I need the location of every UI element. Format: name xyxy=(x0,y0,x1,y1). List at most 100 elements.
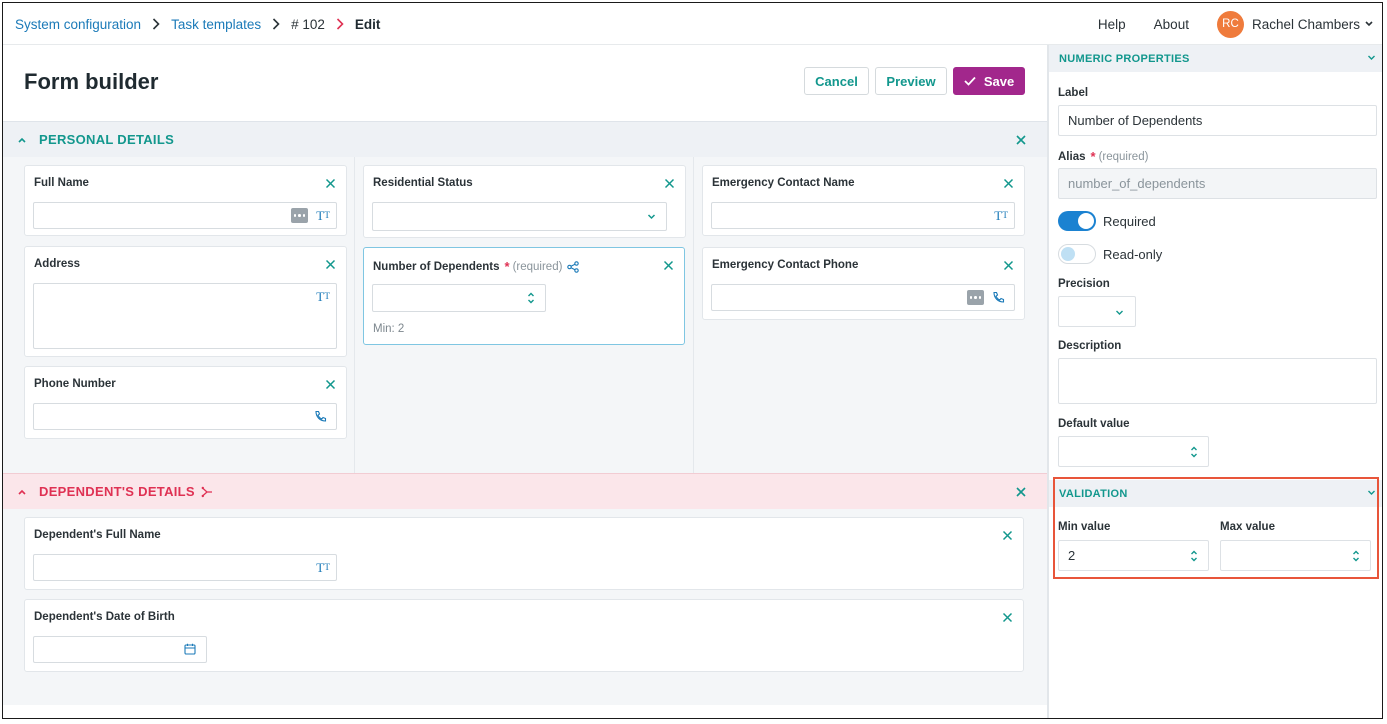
section-personal-details-header[interactable]: PERSONAL DETAILS xyxy=(3,121,1047,157)
precision-field-label: Precision xyxy=(1058,278,1110,290)
required-hint: (required) xyxy=(512,260,563,273)
required-star: * xyxy=(504,259,510,274)
save-button[interactable]: Save xyxy=(953,67,1025,95)
label-field-label: Label xyxy=(1058,87,1089,99)
chevron-right-icon xyxy=(152,18,160,30)
cancel-button[interactable]: Cancel xyxy=(804,67,869,95)
numeric-properties-title: NUMERIC PROPERTIES xyxy=(1059,52,1190,65)
close-icon[interactable] xyxy=(1014,133,1028,147)
form-builder-main: Form builder Cancel Preview Save PERSONA… xyxy=(3,45,1047,718)
section-personal-details-title: PERSONAL DETAILS xyxy=(39,132,175,147)
required-star: * xyxy=(1090,149,1096,164)
close-icon[interactable] xyxy=(325,259,336,270)
page-title: Form builder xyxy=(24,69,159,94)
section-dependents-details-header[interactable]: DEPENDENT'S DETAILS xyxy=(3,473,1047,509)
field-card-dependents-full-name[interactable]: Dependent's Full Name TT xyxy=(24,517,1024,590)
close-icon[interactable] xyxy=(663,260,674,271)
phone-input[interactable] xyxy=(711,284,1015,311)
description-textarea[interactable] xyxy=(1058,358,1377,404)
field-label: Residential Status xyxy=(373,177,473,189)
user-menu[interactable]: Rachel Chambers xyxy=(1252,17,1374,32)
help-link[interactable]: Help xyxy=(1098,17,1126,32)
default-value-field-label: Default value xyxy=(1058,418,1130,430)
breadcrumb-system-configuration[interactable]: System configuration xyxy=(15,17,141,32)
numeric-properties-header[interactable]: NUMERIC PROPERTIES xyxy=(1049,45,1382,72)
field-card-address[interactable]: Address TT xyxy=(24,246,347,357)
phone-icon xyxy=(314,410,327,423)
ellipsis-icon[interactable] xyxy=(291,208,308,223)
user-name: Rachel Chambers xyxy=(1251,16,1360,32)
field-card-residential-status[interactable]: Residential Status xyxy=(363,165,686,238)
phone-input[interactable] xyxy=(33,403,337,430)
close-icon[interactable] xyxy=(1003,178,1014,189)
about-link[interactable]: About xyxy=(1154,17,1189,32)
chevron-down-icon xyxy=(1365,21,1373,27)
field-label: Dependent's Full Name xyxy=(34,529,161,541)
field-label: Emergency Contact Phone xyxy=(712,259,859,271)
field-card-phone-number[interactable]: Phone Number xyxy=(24,366,347,439)
select-input[interactable] xyxy=(372,202,667,231)
required-toggle[interactable] xyxy=(1058,211,1096,231)
close-icon[interactable] xyxy=(1002,612,1013,623)
label-input-value: Number of Dependents xyxy=(1068,113,1203,128)
field-label: Address xyxy=(34,258,81,270)
chevron-right-icon xyxy=(272,18,280,30)
stepper-arrows-icon[interactable] xyxy=(1190,445,1198,459)
section-personal-details-body: Full Name TT Address TT Phone Number Res… xyxy=(3,157,1047,473)
text-input[interactable]: TT xyxy=(33,554,337,581)
chevron-down-icon xyxy=(1116,310,1123,315)
readonly-toggle[interactable] xyxy=(1058,244,1096,264)
breadcrumb-task-templates[interactable]: Task templates xyxy=(171,17,261,32)
close-icon[interactable] xyxy=(1002,530,1013,541)
close-icon[interactable] xyxy=(664,178,675,189)
top-bar: System configuration Task templates # 10… xyxy=(3,3,1382,45)
preview-button[interactable]: Preview xyxy=(875,67,947,95)
close-icon[interactable] xyxy=(1003,260,1014,271)
required-hint: (required) xyxy=(1098,150,1149,163)
avatar[interactable]: RC xyxy=(1216,10,1244,38)
precision-select[interactable] xyxy=(1058,296,1136,327)
field-card-dependents-date-of-birth[interactable]: Dependent's Date of Birth xyxy=(24,599,1024,672)
label-input[interactable]: Number of Dependents xyxy=(1058,105,1377,136)
phone-icon xyxy=(992,291,1005,304)
text-type-icon: TT xyxy=(316,208,330,223)
chevron-down-icon[interactable] xyxy=(1367,54,1376,61)
chevron-up-icon[interactable] xyxy=(17,136,27,144)
number-stepper[interactable] xyxy=(372,284,546,312)
text-input[interactable]: TT xyxy=(33,202,337,229)
close-icon[interactable] xyxy=(325,379,336,390)
breadcrumb-edit: Edit xyxy=(354,16,381,32)
properties-panel: NUMERIC PROPERTIES Label Number of Depen… xyxy=(1047,45,1382,718)
field-card-full-name[interactable]: Full Name TT xyxy=(24,165,347,236)
field-label: Number of Dependents * (required) xyxy=(373,259,580,274)
close-icon[interactable] xyxy=(325,178,336,189)
ellipsis-icon[interactable] xyxy=(967,290,984,305)
section-dependents-details-title: DEPENDENT'S DETAILS xyxy=(39,484,195,499)
field-card-emergency-contact-phone[interactable]: Emergency Contact Phone xyxy=(702,247,1025,320)
alias-input[interactable]: number_of_dependents xyxy=(1058,168,1377,199)
branch-icon xyxy=(201,486,212,497)
description-field-label: Description xyxy=(1058,340,1122,352)
check-icon xyxy=(964,76,976,86)
field-label-text: Number of Dependents xyxy=(373,260,500,273)
breadcrumb-template-number[interactable]: # 102 xyxy=(291,17,325,32)
save-button-label: Save xyxy=(983,73,1015,89)
text-input[interactable]: TT xyxy=(711,202,1015,229)
field-card-emergency-contact-name[interactable]: Emergency Contact Name TT xyxy=(702,165,1025,236)
alias-label-text: Alias xyxy=(1058,150,1086,163)
chevron-up-icon[interactable] xyxy=(17,488,27,496)
textarea-input[interactable]: TT xyxy=(33,283,337,349)
validation-highlight-box xyxy=(1053,477,1379,579)
close-icon[interactable] xyxy=(1014,485,1028,499)
app-window: System configuration Task templates # 10… xyxy=(2,2,1383,719)
field-card-number-of-dependents[interactable]: Number of Dependents * (required) Min: 2 xyxy=(363,247,685,345)
chevron-down-icon xyxy=(647,213,656,220)
calendar-icon[interactable] xyxy=(184,643,196,655)
date-input[interactable] xyxy=(33,636,207,663)
share-icon[interactable] xyxy=(567,260,580,273)
text-type-icon: TT xyxy=(994,208,1008,223)
default-value-stepper[interactable] xyxy=(1058,436,1209,467)
section-dependents-details-body: Dependent's Full Name TT Dependent's Dat… xyxy=(3,509,1047,705)
text-type-icon: TT xyxy=(316,560,330,575)
stepper-arrows-icon[interactable] xyxy=(527,291,535,305)
